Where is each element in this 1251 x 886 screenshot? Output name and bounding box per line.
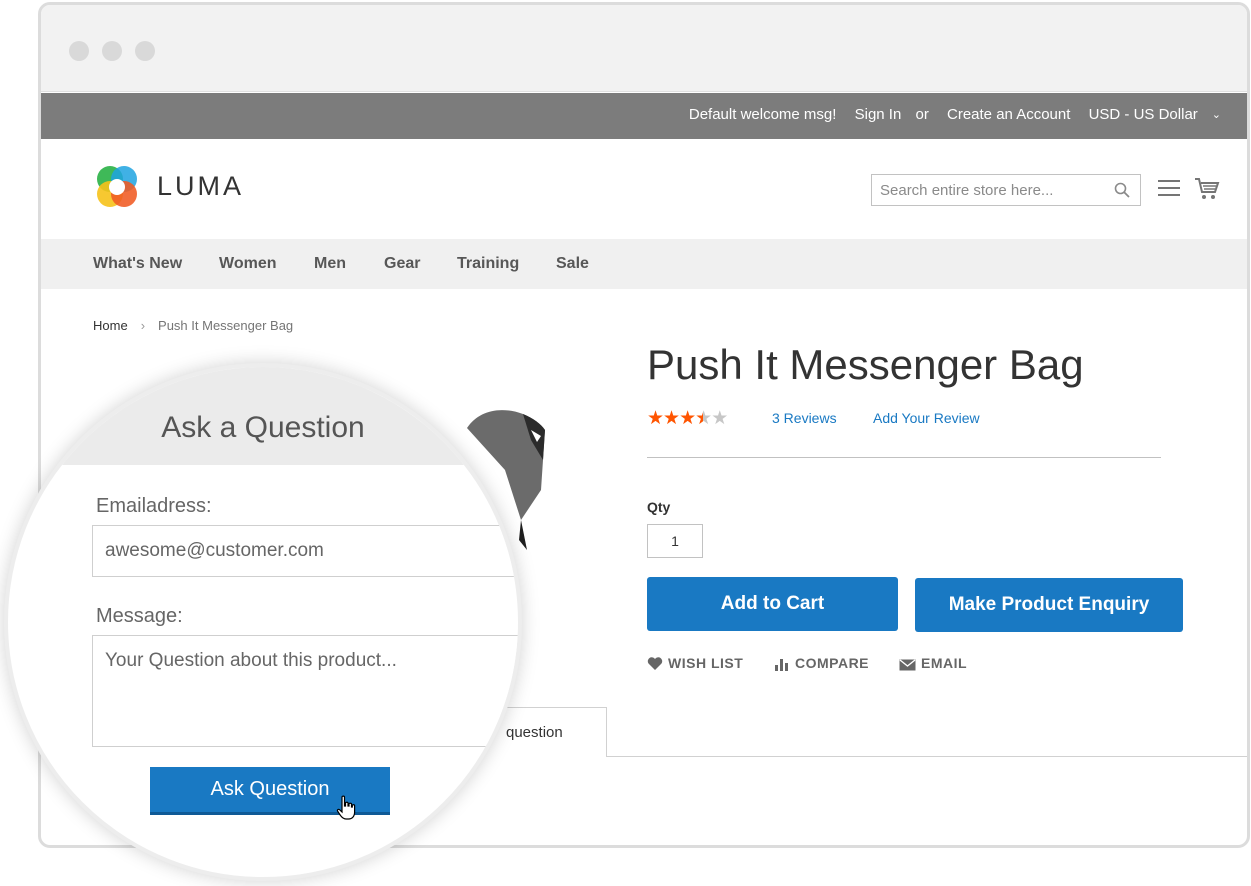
rating-stars: ★★★★★ [647,407,728,430]
hand-cursor-icon [336,795,356,820]
or-text: or [915,106,929,123]
star-filled-icon: ★ [679,408,696,429]
tab-border [607,756,1247,757]
search-box [871,174,1141,206]
message-textarea[interactable] [92,635,518,747]
breadcrumb-home-link[interactable]: Home [93,318,128,333]
hamburger-menu-icon[interactable] [1158,180,1180,201]
star-half-icon: ★ [695,408,712,429]
qty-label: Qty [647,499,671,515]
compare-action[interactable]: COMPARE [774,655,869,671]
currency-switcher[interactable]: USD - US Dollar ⌄ [1089,106,1221,123]
nav-item-training[interactable]: Training [457,255,519,273]
search-icon[interactable] [1114,182,1130,198]
wishlist-label: WISH LIST [668,655,744,671]
qty-input[interactable] [647,524,703,558]
star-filled-icon: ★ [663,408,680,429]
heart-icon [647,657,663,670]
add-to-cart-button[interactable]: Add to Cart [647,577,898,631]
nav-item-gear[interactable]: Gear [384,255,420,273]
envelope-icon [899,659,916,671]
reviews-link[interactable]: 3 Reviews [772,410,837,426]
breadcrumb-current: Push It Messenger Bag [158,318,294,333]
compare-icon [775,659,788,671]
chevron-down-icon: ⌄ [1211,109,1221,121]
search-input[interactable] [872,175,1118,205]
nav-item-women[interactable]: Women [219,255,276,273]
nav-item-whats-new[interactable]: What's New [93,255,182,273]
browser-chrome [41,5,1247,92]
chevron-right-icon: › [140,318,146,333]
sign-in-link[interactable]: Sign In [855,106,902,123]
currency-label: USD - US Dollar [1088,106,1198,123]
star-empty-icon: ★ [711,408,728,429]
product-title: Push It Messenger Bag [647,341,1084,388]
minimize-dot-icon[interactable] [102,41,122,61]
ask-question-heading: Ask a Question [161,411,365,444]
create-account-link[interactable]: Create an Account [947,106,1070,123]
close-dot-icon[interactable] [69,41,89,61]
cart-icon[interactable] [1194,177,1220,201]
welcome-message: Default welcome msg! [688,106,837,123]
make-product-enquiry-button[interactable]: Make Product Enquiry [915,578,1183,632]
magnifier-overlay: Ask a Question Emailadress: Message: Ask… [4,363,522,881]
nav-item-men[interactable]: Men [314,255,346,273]
breadcrumb: Home › Push It Messenger Bag [93,318,293,333]
email-action[interactable]: EMAIL [899,655,967,671]
compare-label: COMPARE [795,655,870,671]
add-review-link[interactable]: Add Your Review [873,410,980,426]
divider [647,457,1161,458]
message-field-label: Message: [96,605,183,627]
wishlist-action[interactable]: WISH LIST [647,655,743,671]
logo-text[interactable]: LUMA [157,171,244,202]
top-panel-bar: Default welcome msg! Sign In or Create a… [41,93,1247,139]
email-field[interactable] [92,525,518,577]
star-filled-icon: ★ [647,408,664,429]
email-label: EMAIL [921,655,968,671]
main-navigation: What's New Women Men Gear Training Sale [41,239,1247,289]
maximize-dot-icon[interactable] [135,41,155,61]
nav-item-sale[interactable]: Sale [556,255,589,273]
email-field-label: Emailadress: [96,495,212,517]
site-header: LUMA [41,139,1247,239]
luma-logo-icon[interactable] [93,163,141,211]
